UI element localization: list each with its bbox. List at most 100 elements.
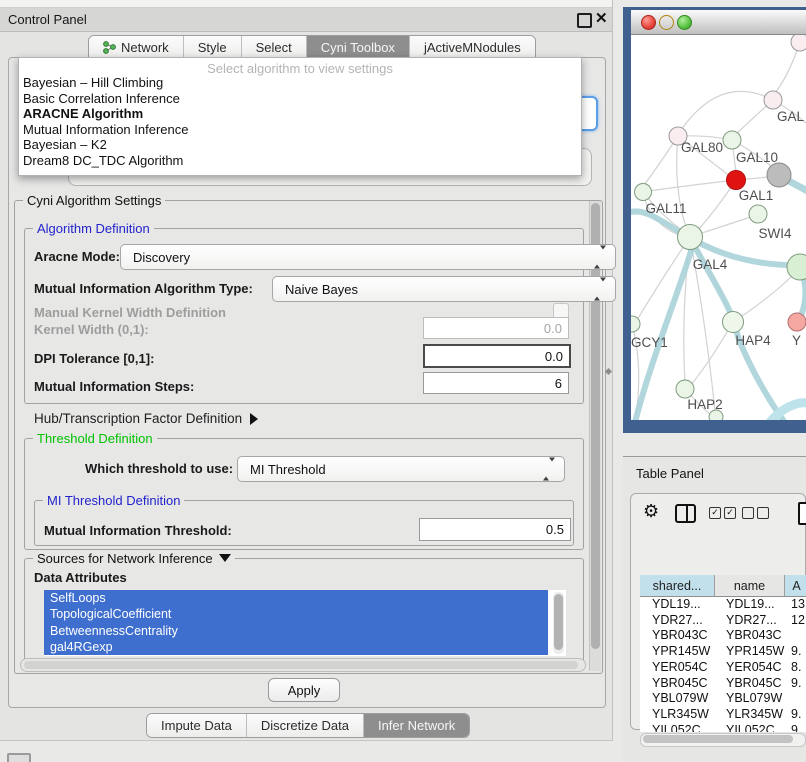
table-row[interactable]: YPR145WYPR145W9. bbox=[640, 644, 806, 660]
dropdown-item-selected[interactable]: ARACNE Algorithm bbox=[23, 106, 573, 122]
settings-vscrollbar[interactable] bbox=[589, 201, 601, 671]
bottom-tabstrip: Impute Data Discretize Data Infer Networ… bbox=[146, 713, 470, 738]
apply-button[interactable]: Apply bbox=[268, 678, 340, 702]
tab-network[interactable]: Network bbox=[89, 36, 184, 59]
minimized-panel-icon[interactable] bbox=[7, 753, 31, 762]
mi-threshold-field[interactable]: 0.5 bbox=[419, 518, 571, 541]
network-canvas[interactable]: GAL GAL80 GAL10 GAL1 GAL11 SWI4 GAL4 GCY… bbox=[631, 35, 806, 420]
node-hap4[interactable] bbox=[723, 312, 744, 333]
table-hscrollbar[interactable] bbox=[640, 733, 806, 747]
mi-threshold-title: MI Threshold Definition bbox=[43, 493, 184, 508]
tab-impute-data[interactable]: Impute Data bbox=[147, 714, 247, 737]
table-row[interactable]: YER054CYER054C8. bbox=[640, 660, 806, 676]
network-graph[interactable]: GAL GAL80 GAL10 GAL1 GAL11 SWI4 GAL4 GCY… bbox=[631, 35, 806, 420]
close-traffic-light-icon[interactable] bbox=[641, 15, 656, 30]
node-label: SWI4 bbox=[758, 226, 791, 241]
dropdown-item[interactable]: Dream8 DC_TDC Algorithm bbox=[23, 153, 573, 169]
combo-stepper-icon bbox=[594, 282, 606, 297]
tab-cyni-toolbox[interactable]: Cyni Toolbox bbox=[307, 36, 410, 59]
cell: YDL19... bbox=[715, 597, 785, 613]
cell: YPR145W bbox=[640, 644, 715, 660]
table-panel: ⚙ ✓ ✓ shared... name A YDL19...YDL19...1… bbox=[630, 493, 806, 730]
list-item[interactable]: SelfLoops bbox=[44, 590, 548, 606]
kernel-width-field[interactable]: 0.0 bbox=[423, 317, 569, 339]
settings-hscrollbar[interactable] bbox=[20, 658, 586, 672]
settings-hscrollbar-thumb[interactable] bbox=[24, 661, 578, 669]
table-row[interactable]: YDL19...YDL19...13 bbox=[640, 597, 806, 613]
zoom-traffic-light-icon[interactable] bbox=[677, 15, 692, 30]
tab-select[interactable]: Select bbox=[242, 36, 307, 59]
table-row[interactable]: YLR345WYLR345W9. bbox=[640, 707, 806, 723]
node-table[interactable]: shared... name A YDL19...YDL19...13 YDR2… bbox=[640, 575, 806, 732]
mi-steps-field[interactable]: 6 bbox=[423, 372, 569, 394]
tab-jactivemnodules[interactable]: jActiveMNodules bbox=[410, 36, 535, 59]
node-label: GAL1 bbox=[739, 188, 774, 203]
node-green-right[interactable] bbox=[787, 254, 806, 280]
column-header-shared-name[interactable]: shared... bbox=[640, 575, 715, 597]
dpi-tolerance-field[interactable]: 0.0 bbox=[423, 344, 571, 368]
table-panel-title: Table Panel bbox=[636, 466, 704, 481]
dropdown-item[interactable]: Mutual Information Inference bbox=[23, 122, 573, 138]
table-row[interactable]: YBR045CYBR045C9. bbox=[640, 676, 806, 692]
node-hap2[interactable] bbox=[676, 380, 694, 398]
node-label: GCY1 bbox=[631, 335, 668, 350]
cell: YPR145W bbox=[715, 644, 785, 660]
node-gal10[interactable] bbox=[723, 131, 741, 149]
column-view-icon[interactable] bbox=[675, 504, 696, 523]
list-item[interactable]: TopologicalCoefficient bbox=[44, 606, 548, 622]
node-gal4[interactable] bbox=[678, 225, 703, 250]
data-attributes-list[interactable]: SelfLoops TopologicalCoefficient Between… bbox=[44, 590, 566, 656]
node-swi4[interactable] bbox=[749, 205, 767, 223]
mi-threshold-label: Mutual Information Threshold: bbox=[44, 523, 232, 538]
column-header-partial[interactable]: A bbox=[785, 575, 806, 597]
node-gal11[interactable] bbox=[635, 184, 652, 201]
tab-infer-network[interactable]: Infer Network bbox=[364, 714, 469, 737]
cell: YER054C bbox=[715, 660, 785, 676]
tab-style[interactable]: Style bbox=[184, 36, 242, 59]
column-header-name[interactable]: name bbox=[715, 575, 785, 597]
hub-definition-expander[interactable]: Hub/Transcription Factor Definition bbox=[34, 411, 258, 426]
network-window-titlebar[interactable] bbox=[631, 10, 806, 35]
cell: YLR345W bbox=[640, 707, 715, 723]
node-gray[interactable] bbox=[767, 163, 791, 187]
minimize-traffic-light-icon[interactable] bbox=[659, 15, 674, 30]
float-window-icon[interactable] bbox=[577, 13, 592, 28]
tab-discretize-data[interactable]: Discretize Data bbox=[247, 714, 364, 737]
which-threshold-combobox[interactable]: MI Threshold bbox=[237, 456, 565, 482]
node-gal-partial[interactable] bbox=[764, 91, 782, 109]
tab-select-label: Select bbox=[256, 40, 292, 55]
node-salmon[interactable] bbox=[788, 313, 806, 331]
node-unlabeled[interactable] bbox=[791, 35, 806, 51]
window-top-strip bbox=[0, 0, 612, 8]
list-item[interactable]: BetweennessCentrality bbox=[44, 623, 548, 639]
list-vscrollbar-thumb[interactable] bbox=[554, 594, 563, 650]
checked-box-icon: ✓ bbox=[709, 507, 721, 519]
aracne-mode-combobox[interactable]: Discovery bbox=[120, 244, 616, 270]
table-hscrollbar-thumb[interactable] bbox=[643, 735, 793, 743]
threshold-definition-title: Threshold Definition bbox=[33, 431, 157, 446]
dropdown-item[interactable]: Basic Correlation Inference bbox=[23, 91, 573, 107]
which-threshold-value: MI Threshold bbox=[250, 462, 326, 477]
gear-icon[interactable]: ⚙ bbox=[643, 501, 659, 522]
list-vscrollbar[interactable] bbox=[553, 592, 564, 654]
mi-type-combobox[interactable]: Naive Bayes bbox=[272, 276, 616, 302]
table-row[interactable]: YIL052CYIL052C9. bbox=[640, 723, 806, 732]
table-row[interactable]: YDR27...YDR27...12 bbox=[640, 613, 806, 629]
table-row[interactable]: YBL079WYBL079W bbox=[640, 691, 806, 707]
dropdown-item[interactable]: Bayesian – K2 bbox=[23, 137, 573, 153]
deselect-all-checkboxes-icon[interactable] bbox=[742, 507, 769, 519]
kernel-width-label: Kernel Width (0,1): bbox=[34, 322, 149, 337]
dropdown-item[interactable]: Bayesian – Hill Climbing bbox=[23, 75, 573, 91]
cell: 9. bbox=[785, 723, 806, 732]
select-all-checkboxes-icon[interactable]: ✓ ✓ bbox=[709, 507, 736, 519]
node-gal1[interactable] bbox=[727, 171, 746, 190]
sources-title[interactable]: Sources for Network Inference bbox=[33, 551, 235, 566]
close-icon[interactable]: ✕ bbox=[595, 9, 608, 27]
control-panel-titlebar[interactable]: Control Panel ✕ bbox=[0, 8, 612, 32]
new-table-icon[interactable] bbox=[798, 502, 806, 525]
network-labels: GAL GAL80 GAL10 GAL1 GAL11 SWI4 GAL4 GCY… bbox=[631, 109, 805, 412]
tab-network-label: Network bbox=[121, 40, 169, 55]
table-row[interactable]: YBR043CYBR043C bbox=[640, 628, 806, 644]
cell: 9. bbox=[785, 644, 806, 660]
list-item[interactable]: gal4RGexp bbox=[44, 639, 548, 655]
